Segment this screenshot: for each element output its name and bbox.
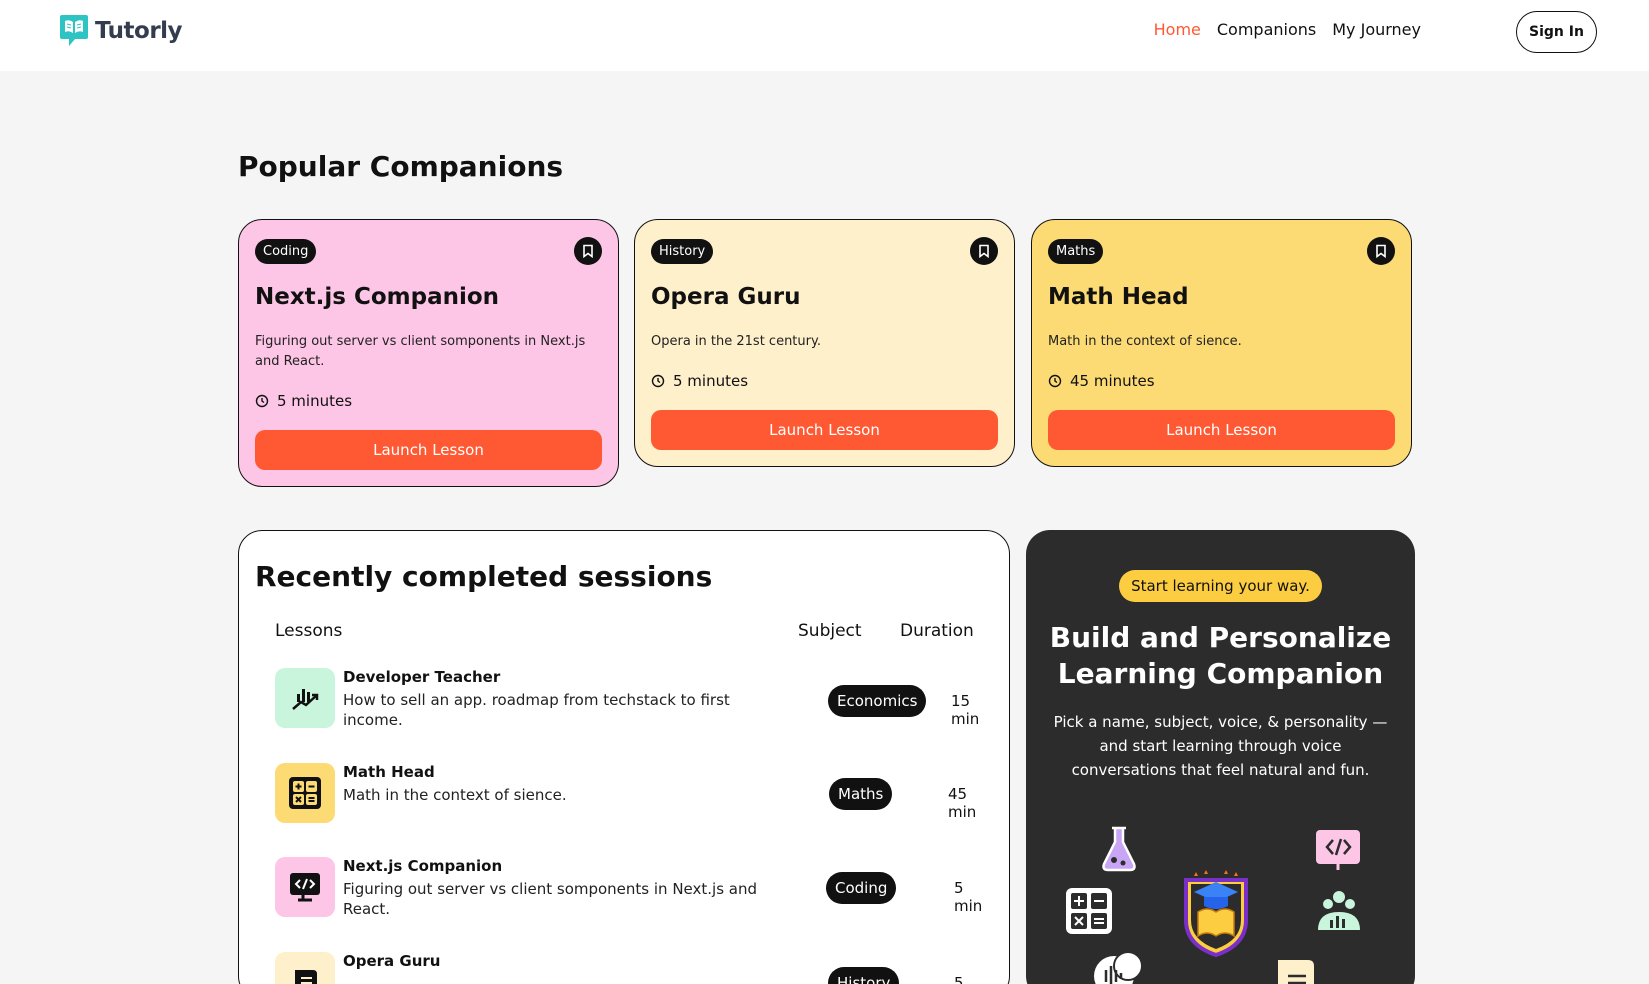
companion-card-math: Maths Math Head Math in the context of s… [1031, 219, 1412, 467]
bookmark-button[interactable] [574, 237, 602, 265]
session-name: Next.js Companion [343, 857, 503, 875]
clock-icon [651, 374, 665, 388]
companion-name: Opera Guru [651, 284, 801, 310]
recent-sessions-title: Recently completed sessions [255, 560, 713, 593]
column-header-lessons: Lessons [275, 621, 343, 641]
graduation-shield-icon [1184, 870, 1248, 958]
bookmark-icon [583, 244, 593, 258]
session-duration: 15 min [951, 692, 980, 728]
code-icon [1316, 830, 1360, 870]
calculator-icon [275, 763, 335, 823]
companion-name: Next.js Companion [255, 284, 500, 310]
recent-sessions-panel: Recently completed sessions Lessons Subj… [238, 530, 1010, 984]
companion-duration: 45 minutes [1048, 372, 1395, 390]
bookmark-icon [979, 244, 989, 258]
nav-link-home[interactable]: Home [1154, 20, 1201, 39]
launch-lesson-button[interactable]: Launch Lesson [651, 410, 998, 450]
subject-badge: Coding [255, 238, 317, 264]
navbar: Tutorly Home Companions My Journey Sign … [0, 0, 1649, 71]
math-calculator-icon [1066, 888, 1112, 934]
session-duration: 5 min [954, 879, 983, 915]
column-header-subject: Subject [798, 621, 862, 641]
subject-badge: History [651, 238, 714, 264]
launch-lesson-button[interactable]: Launch Lesson [255, 430, 602, 470]
voice-chat-icon [1094, 951, 1143, 984]
clock-icon [255, 394, 269, 408]
session-duration: 45 min [948, 785, 977, 821]
history-scroll-icon [1278, 960, 1314, 984]
sign-in-button[interactable]: Sign In [1516, 11, 1597, 53]
nav-link-companions[interactable]: Companions [1217, 20, 1316, 39]
cta-description: Pick a name, subject, voice, & personali… [1053, 713, 1388, 779]
duration-text: 5 minutes [277, 392, 353, 410]
companion-duration: 5 minutes [651, 372, 998, 390]
duration-text: 45 minutes [1070, 372, 1155, 390]
session-name: Developer Teacher [343, 668, 501, 686]
brand-name: Tutorly [95, 18, 183, 44]
economics-chart-icon [275, 668, 335, 728]
code-monitor-icon [275, 857, 335, 917]
companion-topic: Figuring out server vs client somponents… [255, 334, 586, 369]
brand-logo[interactable]: Tutorly [59, 12, 183, 50]
cta-illustration [1066, 826, 1360, 984]
session-subject-badge: Coding [826, 872, 897, 904]
bookmark-icon [1376, 244, 1386, 258]
subject-badge: Maths [1048, 238, 1104, 264]
companion-topic: Opera in the 21st century. [651, 334, 821, 349]
session-subject-badge: History [828, 967, 900, 984]
session-duration: 5 min [954, 974, 964, 984]
companion-name: Math Head [1048, 284, 1189, 310]
cta-badge: Start learning your way. [1119, 570, 1322, 602]
session-name: Opera Guru [343, 952, 441, 970]
companion-duration: 5 minutes [255, 392, 602, 410]
companion-card-nextjs: Coding Next.js Companion Figuring out se… [238, 219, 619, 487]
companion-topic: Math in the context of sience. [1048, 334, 1242, 349]
launch-lesson-button[interactable]: Launch Lesson [1048, 410, 1395, 450]
cta-title: Build and Personalize Learning Companion [1049, 621, 1392, 690]
nav-links: Home Companions My Journey [1154, 20, 1421, 39]
session-topic: Math in the context of sience. [343, 786, 567, 804]
scroll-icon [275, 952, 335, 984]
clock-icon [1048, 374, 1062, 388]
session-subject-badge: Maths [829, 778, 893, 810]
logo-book-icon [59, 13, 89, 49]
duration-text: 5 minutes [673, 372, 749, 390]
session-subject-badge: Economics [828, 685, 927, 717]
nav-link-my-journey[interactable]: My Journey [1332, 20, 1421, 39]
bookmark-button[interactable] [970, 237, 998, 265]
companion-card-opera: History Opera Guru Opera in the 21st cen… [634, 219, 1015, 467]
create-companion-cta: Start learning your way. Build and Perso… [1026, 530, 1415, 984]
session-topic: Figuring out server vs client somponents… [343, 880, 758, 918]
column-header-duration: Duration [900, 621, 974, 641]
community-icon [1318, 891, 1360, 930]
science-flask-icon [1102, 826, 1136, 872]
bookmark-button[interactable] [1367, 237, 1395, 265]
session-topic: How to sell an app. roadmap from techsta… [343, 691, 730, 729]
popular-companions-title: Popular Companions [238, 150, 564, 183]
session-name: Math Head [343, 763, 435, 781]
